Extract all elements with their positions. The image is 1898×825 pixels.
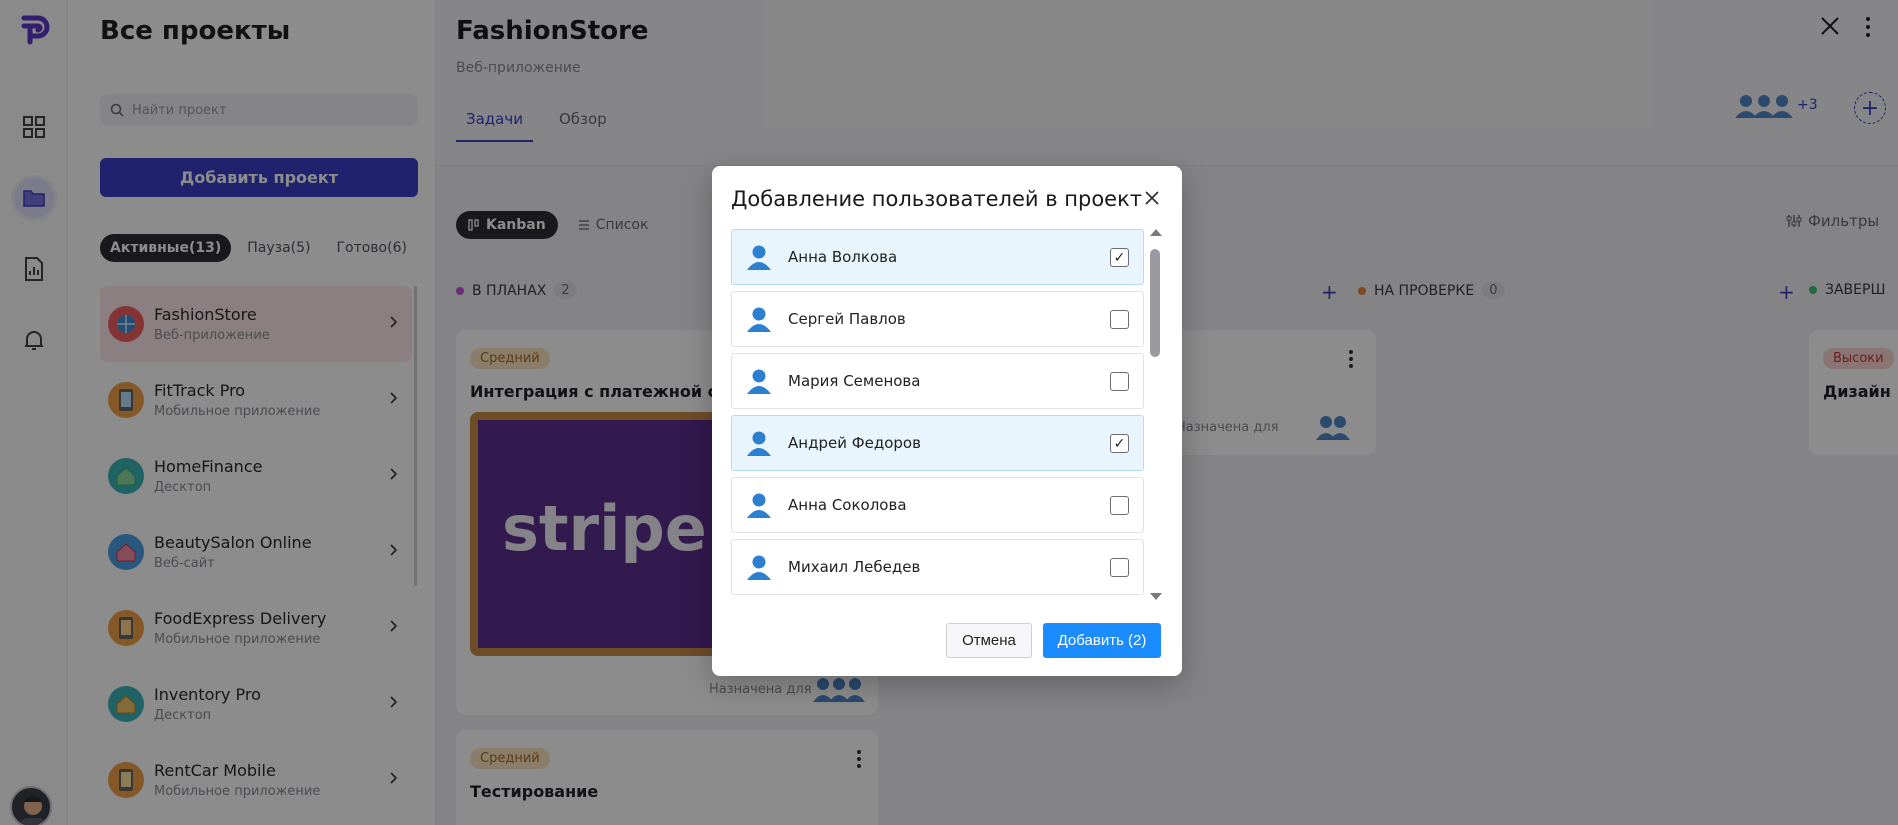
user-row[interactable]: Андрей Федоров ✓	[731, 415, 1144, 471]
user-avatar-icon	[747, 431, 771, 456]
scroll-thumb[interactable]	[1150, 249, 1160, 357]
user-avatar-icon	[747, 307, 771, 332]
close-icon[interactable]	[1142, 188, 1162, 208]
user-checkbox[interactable]: ✓	[1110, 248, 1129, 267]
user-name: Андрей Федоров	[788, 434, 921, 452]
user-checkbox[interactable]	[1110, 558, 1129, 577]
user-row[interactable]: Мария Семенова	[731, 353, 1144, 409]
scroll-up-arrow-icon[interactable]	[1150, 229, 1162, 236]
user-checkbox[interactable]: ✓	[1110, 434, 1129, 453]
user-list-scrollbar[interactable]	[1148, 229, 1162, 603]
user-avatar-icon	[747, 555, 771, 580]
add-users-dialog: Добавление пользователей в проект Анна В…	[712, 166, 1182, 676]
dialog-title: Добавление пользователей в проект	[731, 187, 1143, 211]
user-name: Михаил Лебедев	[788, 558, 921, 576]
scroll-down-arrow-icon[interactable]	[1150, 593, 1162, 600]
user-list: Анна Волкова ✓ Сергей Павлов Мария Семен…	[731, 229, 1144, 603]
user-row[interactable]: Анна Волкова ✓	[731, 229, 1144, 285]
user-name: Анна Соколова	[788, 496, 907, 514]
user-row[interactable]: Сергей Павлов	[731, 291, 1144, 347]
user-checkbox[interactable]	[1110, 496, 1129, 515]
user-name: Анна Волкова	[788, 248, 898, 266]
user-checkbox[interactable]	[1110, 372, 1129, 391]
user-name: Мария Семенова	[788, 372, 921, 390]
user-avatar-icon	[747, 245, 771, 270]
user-row[interactable]: Михаил Лебедев	[731, 539, 1144, 595]
cancel-button[interactable]: Отмена	[946, 623, 1032, 658]
add-users-button[interactable]: Добавить (2)	[1043, 623, 1161, 658]
user-row[interactable]: Анна Соколова	[731, 477, 1144, 533]
user-checkbox[interactable]	[1110, 310, 1129, 329]
user-name: Сергей Павлов	[788, 310, 906, 328]
user-avatar-icon	[747, 369, 771, 394]
user-avatar-icon	[747, 493, 771, 518]
